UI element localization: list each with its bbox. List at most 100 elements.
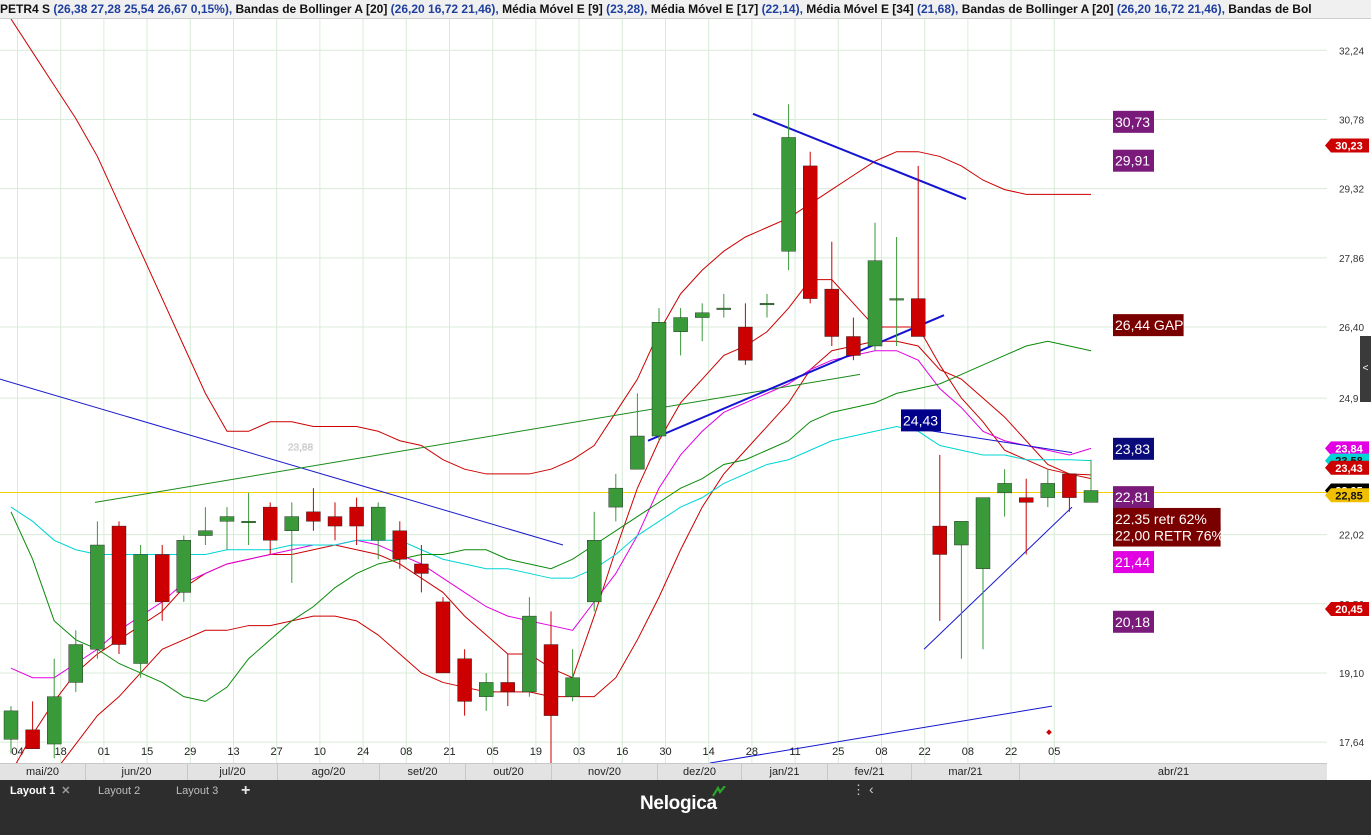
bollinger-2-params: (26,20 16,72 21,46), [1116,2,1225,16]
add-layout-icon[interactable]: + [241,780,250,802]
annotation-label: 21,44 [1115,554,1150,570]
candle-body[interactable] [608,487,623,508]
tab-layout-2[interactable]: Layout 2 [92,780,146,802]
x-tick-label: 25 [832,746,844,758]
price-tag-label: 23,43 [1335,463,1363,475]
x-tick-label: 24 [357,746,369,758]
ema-17-params: (22,14), [761,2,803,16]
candle-body[interactable] [1083,490,1099,503]
candle-body[interactable] [25,729,40,749]
annotation-label: 29,91 [1115,153,1150,169]
candle-body[interactable] [695,312,710,318]
candle-body[interactable] [824,288,839,337]
candle-body[interactable] [651,322,667,437]
candle-body[interactable] [543,644,559,716]
price-tag-label: 30,23 [1335,141,1363,153]
symbol-label[interactable]: PETR4 S [0,2,50,16]
y-tick-label: 22,02 [1339,531,1364,542]
candle-body[interactable] [47,696,62,745]
candle-body[interactable] [306,511,321,522]
month-label: abr/21 [1157,766,1190,778]
candle-body[interactable] [392,530,407,560]
month-label: mai/20 [0,764,86,781]
candle-body[interactable] [716,307,731,310]
tab-layout-1[interactable]: Layout 1 ✕ [4,780,76,802]
close-icon[interactable]: ✕ [61,785,70,797]
more-options-icon[interactable]: ⋮ [852,782,865,798]
candle-body[interactable] [673,317,688,332]
x-tick-label: 13 [227,746,239,758]
x-tick-label: 16 [616,746,628,758]
candle-body[interactable] [263,506,278,541]
ema-9-label[interactable]: Média Móvel E [9] [502,2,603,16]
candle-body[interactable] [349,506,364,527]
bollinger-2-label[interactable]: Bandas de Bollinger A [20] [962,2,1114,16]
candle-body[interactable] [500,682,515,693]
candle-body[interactable] [90,544,105,650]
y-tick-label: 26,40 [1339,323,1364,334]
candle-body[interactable] [846,336,861,356]
candle-body[interactable] [435,601,451,674]
candle-body[interactable] [1062,473,1077,498]
y-tick-label: 29,32 [1339,185,1364,196]
candle-body[interactable] [327,516,343,527]
candle-body[interactable] [565,677,580,697]
candle-body[interactable] [111,525,127,645]
candle-body[interactable] [954,521,969,546]
candle-body[interactable] [3,710,19,740]
x-tick-label: 30 [659,746,671,758]
bollinger-3-label[interactable]: Bandas de Bol [1228,2,1311,16]
tab-label: Layout 1 [10,785,56,797]
candle-body[interactable] [241,521,256,524]
candle-body[interactable] [198,530,213,536]
candle-body[interactable] [997,483,1012,494]
y-tick-label: 17,64 [1339,738,1364,749]
price-chart[interactable]: 32,2430,7829,3227,8626,4024,922,0220,561… [0,19,1371,763]
x-tick-label: 22 [919,746,931,758]
candle-body[interactable] [1019,497,1034,503]
annotation-label: 22,00 RETR 76% [1115,528,1224,544]
candle-body[interactable] [889,298,904,301]
candle-body[interactable] [932,525,947,555]
side-panel-toggle[interactable]: < [1360,336,1371,402]
candle-body[interactable] [154,554,170,603]
x-tick-label: 10 [314,746,326,758]
candle-body[interactable] [1040,483,1056,498]
candle-body[interactable] [371,506,386,541]
x-tick-label: 21 [443,746,455,758]
candle-body[interactable] [479,682,494,697]
candle-body[interactable] [803,165,818,299]
month-label: mar/21 [912,764,1020,781]
candle-body[interactable] [176,540,192,593]
candle-body[interactable] [781,137,796,252]
candle-body[interactable] [522,615,537,693]
x-tick-label: 05 [487,746,499,758]
bollinger-1-label[interactable]: Bandas de Bollinger A [20] [236,2,388,16]
brand-mark-icon [712,786,726,797]
candle-body[interactable] [68,644,84,683]
ema-34-label[interactable]: Média Móvel E [34] [806,2,913,16]
candle-body[interactable] [759,303,775,306]
annotation-label: 26,44 GAP [1115,317,1184,333]
candle-body[interactable] [219,516,235,522]
x-tick-label: 05 [1048,746,1060,758]
ema-17-label[interactable]: Média Móvel E [17] [651,2,758,16]
tab-layout-3[interactable]: Layout 3 [170,780,224,802]
candle-body[interactable] [738,326,753,361]
month-label: dez/20 [658,764,742,781]
candle-body[interactable] [867,260,883,347]
chevron-left-icon[interactable]: ‹ [869,781,874,797]
candle-body[interactable] [457,658,472,702]
bottom-toolbar: Layout 1 ✕ Layout 2 Layout 3 + ⋮ ‹ Nelogi… [0,780,1371,835]
candle-body[interactable] [975,497,991,569]
x-tick-label: 18 [55,746,67,758]
month-axis: mai/20 jun/20 jul/20 ago/20 set/20 out/2… [0,763,1327,781]
candle-body[interactable] [911,298,926,337]
ema-9-params: (23,28), [606,2,648,16]
candle-body[interactable] [133,554,148,664]
candle-body[interactable] [414,563,429,574]
candle-body[interactable] [284,516,299,531]
candle-body[interactable] [630,435,645,470]
candle-body[interactable] [587,540,602,603]
chart-label: 24,43 [903,412,938,428]
